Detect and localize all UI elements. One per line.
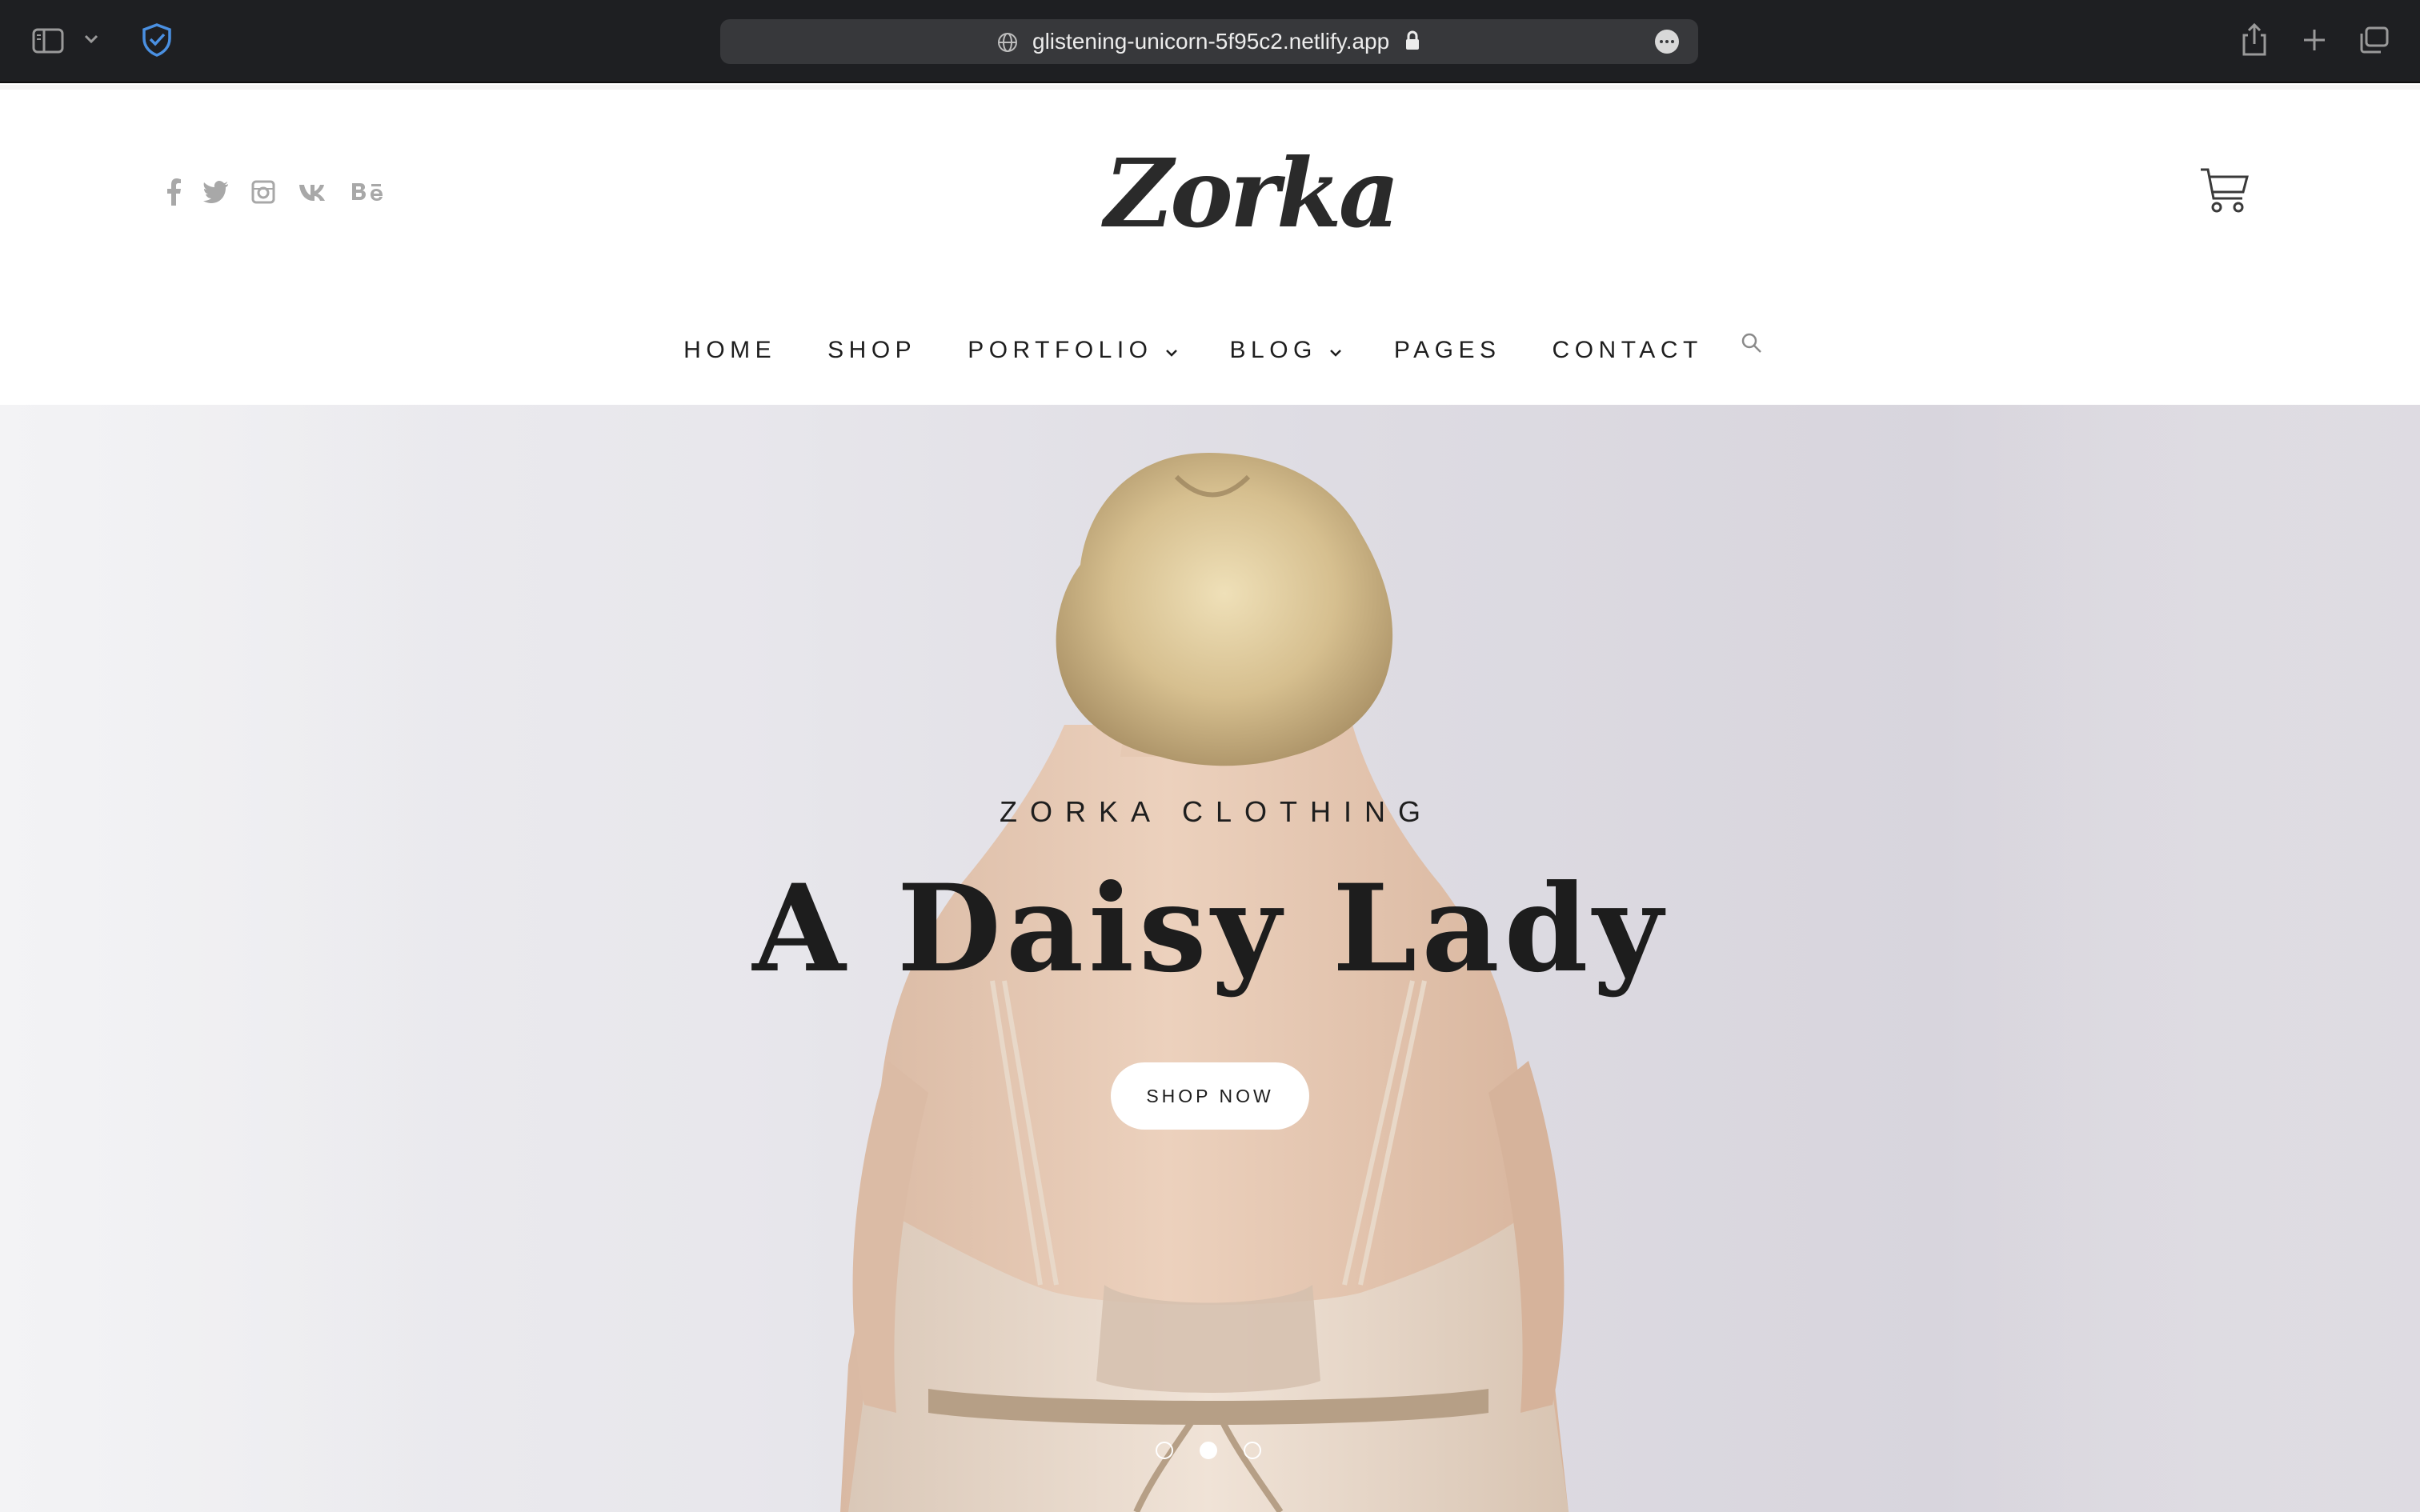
- search-icon[interactable]: [1741, 333, 1762, 358]
- slider-dot-2[interactable]: [1200, 1442, 1217, 1459]
- hero-headline: A Daisy Lady: [752, 858, 1668, 999]
- slider-dots: [1156, 1442, 1261, 1459]
- nav-portfolio[interactable]: PORTFOLIO: [968, 337, 1178, 364]
- new-tab-icon[interactable]: [2302, 27, 2327, 53]
- vk-icon[interactable]: [298, 178, 328, 206]
- slider-dot-1[interactable]: [1156, 1442, 1173, 1459]
- cart-icon[interactable]: [2199, 166, 2250, 220]
- instagram-icon[interactable]: [251, 178, 275, 206]
- site-header: Zorka HOME SHOP PORTFOLIO BLOG PAGES CON…: [0, 85, 2420, 405]
- site-logo[interactable]: Zorka: [1104, 138, 1400, 250]
- chevron-down-icon: [1164, 337, 1179, 364]
- nav-contact[interactable]: CONTACT: [1553, 337, 1703, 364]
- shop-now-button[interactable]: SHOP NOW: [1111, 1062, 1309, 1130]
- sidebar-icon[interactable]: [32, 27, 64, 54]
- globe-icon: [997, 32, 1018, 53]
- share-icon[interactable]: [2241, 22, 2268, 58]
- nav-label: BLOG: [1229, 337, 1317, 363]
- nav-label: PAGES: [1393, 337, 1501, 363]
- nav-label: SHOP: [827, 337, 917, 363]
- more-icon[interactable]: [1655, 30, 1679, 54]
- slider-dot-3[interactable]: [1244, 1442, 1261, 1459]
- nav-blog[interactable]: BLOG: [1230, 337, 1343, 364]
- tabs-icon[interactable]: [2359, 26, 2390, 54]
- twitter-icon[interactable]: [203, 178, 229, 206]
- hero-eyebrow: ZORKA CLOTHING: [999, 795, 1434, 828]
- chevron-down-icon: [1328, 337, 1343, 364]
- behance-icon[interactable]: [351, 178, 386, 206]
- chevron-down-icon[interactable]: [83, 34, 99, 45]
- nav-home[interactable]: HOME: [683, 337, 776, 364]
- social-links: [166, 178, 386, 206]
- nav-label: PORTFOLIO: [968, 337, 1153, 363]
- hero-slider: ZORKA CLOTHING A Daisy Lady SHOP NOW: [0, 405, 2420, 1512]
- nav-label: HOME: [683, 337, 777, 363]
- nav-shop[interactable]: SHOP: [827, 337, 916, 364]
- facebook-icon[interactable]: [166, 178, 181, 206]
- shield-check-icon[interactable]: [141, 22, 173, 58]
- url-text[interactable]: glistening-unicorn-5f95c2.netlify.app: [1032, 29, 1389, 54]
- nav-label: CONTACT: [1552, 337, 1703, 363]
- address-bar[interactable]: glistening-unicorn-5f95c2.netlify.app: [720, 19, 1698, 64]
- browser-toolbar: glistening-unicorn-5f95c2.netlify.app: [0, 0, 2420, 83]
- lock-icon: [1404, 30, 1420, 51]
- nav-pages[interactable]: PAGES: [1394, 337, 1501, 364]
- main-nav: HOME SHOP PORTFOLIO BLOG PAGES CONTACT: [0, 326, 2420, 374]
